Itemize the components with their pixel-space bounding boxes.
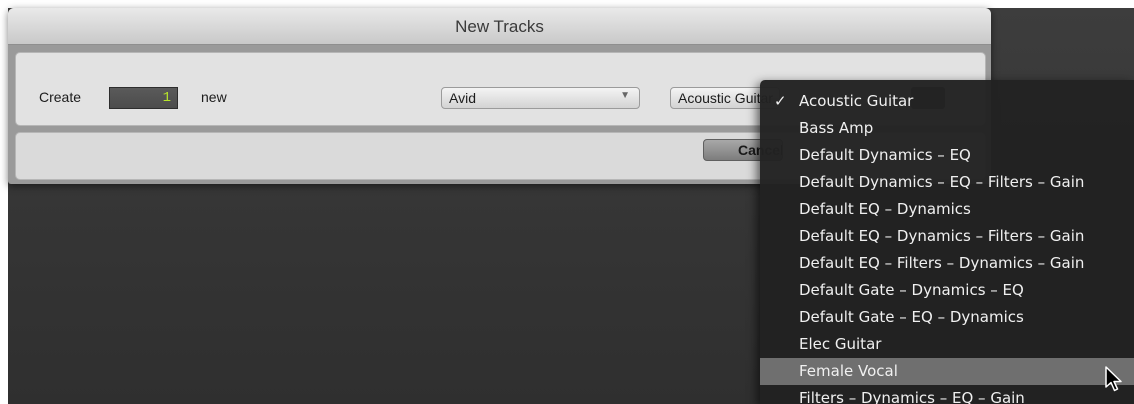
menu-item-label: Elec Guitar [799, 335, 882, 353]
menu-item-label: Default Dynamics – EQ [799, 146, 971, 164]
menu-item-label: Default EQ – Filters – Dynamics – Gain [799, 254, 1085, 272]
mouse-pointer-icon [1105, 366, 1122, 392]
create-label: Create [39, 89, 82, 105]
menu-item-label: Default EQ – Dynamics [799, 200, 971, 218]
menu-item[interactable]: Default EQ – Filters – Dynamics – Gain [760, 250, 1134, 277]
menu-item[interactable]: Default Dynamics – EQ – Filters – Gain [760, 169, 1134, 196]
menu-item-label: Acoustic Guitar [799, 92, 914, 110]
chevron-down-icon: ▼ [620, 90, 630, 101]
menu-item[interactable]: Female Vocal [760, 358, 1134, 385]
menu-item[interactable]: Bass Amp [760, 115, 1134, 142]
new-label: new [201, 89, 227, 105]
menu-item-label: Filters – Dynamics – EQ – Gain [799, 389, 1025, 404]
menu-item-label: Default EQ – Dynamics – Filters – Gain [799, 227, 1085, 245]
menu-item-label: Default Gate – EQ – Dynamics [799, 308, 1024, 326]
checkmark-icon: ✓ [774, 92, 787, 110]
menu-item[interactable]: ✓ Acoustic Guitar [760, 88, 1134, 115]
menu-item[interactable]: Default Gate – Dynamics – EQ [760, 277, 1134, 304]
track-preset-menu[interactable]: ✓ Acoustic Guitar Bass Amp Default Dynamics… [760, 80, 1134, 404]
menu-item[interactable]: Elec Guitar [760, 331, 1134, 358]
dialog-title: New Tracks [8, 8, 991, 45]
menu-item[interactable]: Default Dynamics – EQ [760, 142, 1134, 169]
menu-item-label: Bass Amp [799, 119, 874, 137]
track-count-field[interactable]: 1 [109, 87, 178, 109]
menu-item-label: Default Dynamics – EQ – Filters – Gain [799, 173, 1085, 191]
preset-category-value: Avid [449, 90, 476, 106]
menu-item[interactable]: Default EQ – Dynamics – Filters – Gain [760, 223, 1134, 250]
preset-category-popup[interactable]: Avid ▼ [441, 87, 640, 109]
track-preset-value: Acoustic Guitar [678, 90, 773, 106]
menu-item[interactable]: Filters – Dynamics – EQ – Gain [760, 385, 1134, 404]
menu-item[interactable]: Default Gate – EQ – Dynamics [760, 304, 1134, 331]
menu-item-label: Female Vocal [799, 362, 898, 380]
menu-item-label: Default Gate – Dynamics – EQ [799, 281, 1024, 299]
menu-item[interactable]: Default EQ – Dynamics [760, 196, 1134, 223]
